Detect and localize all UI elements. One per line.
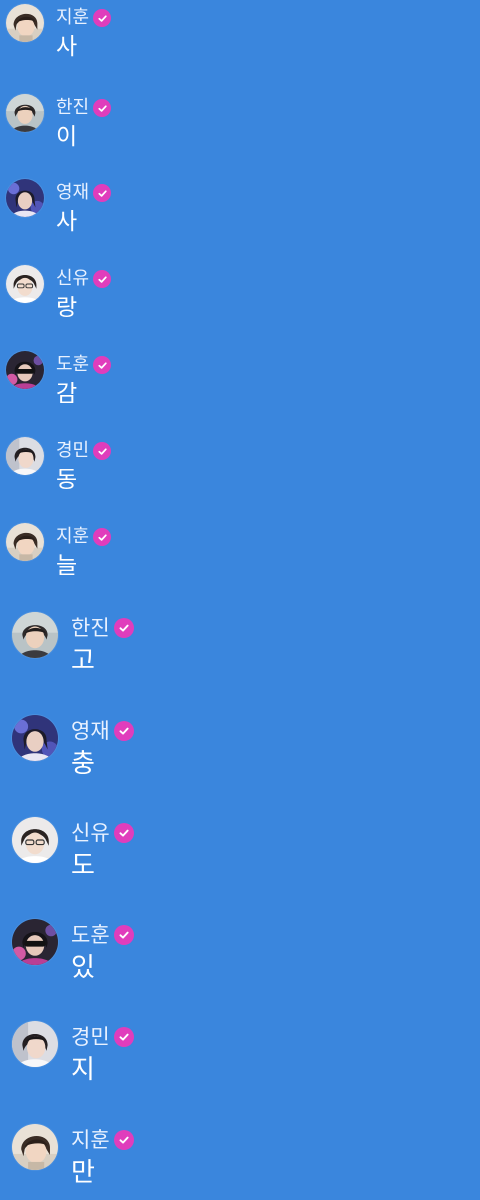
chat-screen: { "theme": { "background": "#3a86dd", "b… <box>0 0 480 1200</box>
sender-name-row: 신유 <box>71 820 134 846</box>
message-text: 늘 <box>56 553 78 579</box>
sender-name: 신유 <box>56 268 90 289</box>
message-text: 감 <box>56 381 78 407</box>
avatar[interactable] <box>12 715 58 761</box>
message-text: 랑 <box>56 295 78 321</box>
message-text: 있 <box>71 953 95 983</box>
avatar[interactable] <box>6 4 44 42</box>
verified-check-icon <box>93 99 112 117</box>
verified-check-icon <box>113 721 134 741</box>
avatar[interactable] <box>12 919 58 965</box>
message-text: 충 <box>71 749 95 779</box>
sender-name: 한진 <box>71 615 110 640</box>
sender-name: 도훈 <box>71 922 110 947</box>
verified-check-icon <box>93 270 112 288</box>
message-text: 사 <box>56 209 78 235</box>
message-text: 동 <box>56 467 78 493</box>
message-text: 만 <box>71 1158 95 1188</box>
sender-name: 경민 <box>71 1024 110 1049</box>
sender-name-row: 경민 <box>56 439 112 463</box>
sender-name: 경민 <box>56 440 90 461</box>
sender-name: 지훈 <box>71 1127 110 1152</box>
avatar[interactable] <box>6 437 44 475</box>
avatar[interactable] <box>12 612 58 658</box>
sender-name-row: 도훈 <box>56 353 112 377</box>
sender-name: 영재 <box>71 718 110 743</box>
avatar[interactable] <box>12 817 58 863</box>
avatar[interactable] <box>6 265 44 303</box>
sender-name: 신유 <box>71 820 110 845</box>
sender-name-row: 도훈 <box>71 922 134 948</box>
sender-name-row: 한진 <box>71 615 134 641</box>
avatar[interactable] <box>6 523 44 561</box>
avatar[interactable] <box>6 94 44 132</box>
message-text: 도 <box>71 851 95 881</box>
sender-name-row: 지훈 <box>56 6 112 30</box>
avatar[interactable] <box>12 1124 58 1170</box>
sender-name: 영재 <box>56 182 90 203</box>
verified-check-icon <box>113 823 134 843</box>
verified-check-icon <box>113 1130 134 1150</box>
sender-name-row: 신유 <box>56 267 112 291</box>
sender-name-row: 영재 <box>56 181 112 205</box>
verified-check-icon <box>93 356 112 374</box>
sender-name-row: 한진 <box>56 96 112 120</box>
sender-name: 도훈 <box>56 354 90 375</box>
verified-check-icon <box>113 925 134 945</box>
avatar[interactable] <box>12 1021 58 1067</box>
sender-name-row: 경민 <box>71 1024 134 1050</box>
sender-name-row: 지훈 <box>56 525 112 549</box>
verified-check-icon <box>113 618 134 638</box>
sender-name: 지훈 <box>56 526 90 547</box>
message-text: 지 <box>71 1055 95 1085</box>
verified-check-icon <box>93 184 112 202</box>
sender-name-row: 지훈 <box>71 1127 134 1153</box>
verified-check-icon <box>93 9 112 27</box>
message-text: 고 <box>71 646 95 676</box>
verified-check-icon <box>93 442 112 460</box>
avatar[interactable] <box>6 179 44 217</box>
verified-check-icon <box>93 528 112 546</box>
sender-name: 한진 <box>56 97 90 118</box>
sender-name: 지훈 <box>56 7 90 28</box>
verified-check-icon <box>113 1027 134 1047</box>
avatar[interactable] <box>6 351 44 389</box>
sender-name-row: 영재 <box>71 718 134 744</box>
message-text: 이 <box>56 124 78 150</box>
message-text: 사 <box>56 34 78 60</box>
